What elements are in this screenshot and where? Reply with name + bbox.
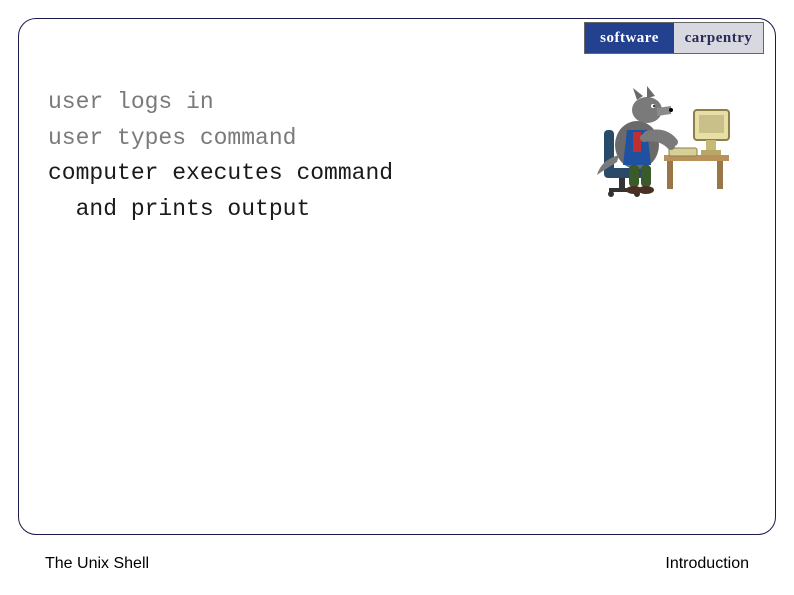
footer-right: Introduction: [665, 555, 749, 573]
software-carpentry-logo: software carpentry: [584, 22, 764, 54]
wolf-at-computer-illustration: [589, 80, 739, 200]
footer-left: The Unix Shell: [45, 555, 149, 573]
logo-left-text: software: [585, 23, 674, 53]
logo-right-text: carpentry: [674, 23, 763, 53]
